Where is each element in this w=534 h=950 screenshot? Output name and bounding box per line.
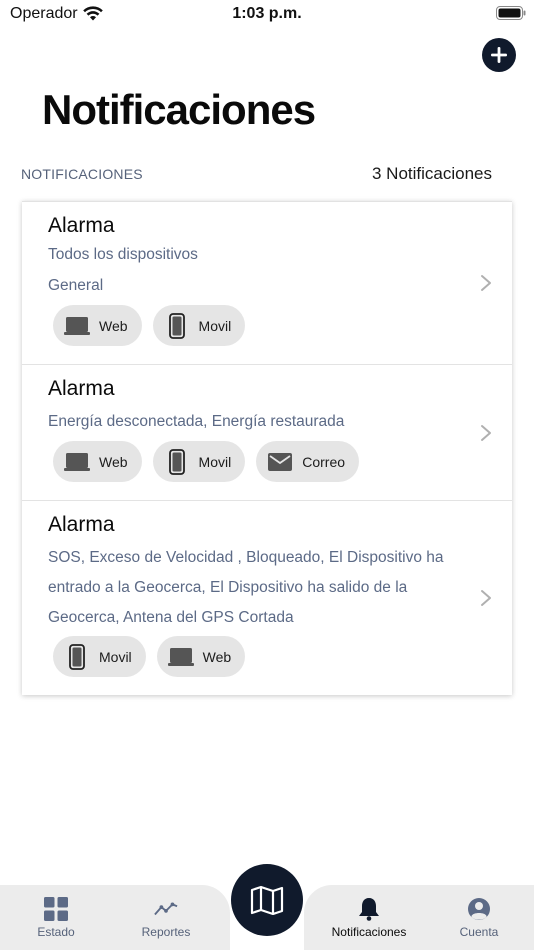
channel-chips: Web Movil: [53, 305, 246, 346]
channel-chip-movil: Movil: [152, 305, 246, 346]
channel-label: Movil: [198, 317, 232, 334]
notification-events-line: entrado a la Geocerca, El Dispositivo ha…: [48, 579, 408, 596]
channel-chip-web: Web: [156, 636, 246, 677]
section-label: NOTIFICACIONES: [21, 166, 143, 182]
mail-icon: [266, 448, 294, 476]
notification-card[interactable]: Alarma Todos los dispositivos General We…: [22, 202, 512, 365]
tab-reportes[interactable]: Reportes: [116, 885, 216, 950]
chevron-right-icon: [481, 425, 491, 441]
notification-events: Todos los dispositivos: [48, 246, 198, 263]
notification-title: Alarma: [48, 513, 115, 536]
notification-title: Alarma: [48, 214, 115, 237]
notification-events-line: SOS, Exceso de Velocidad , Bloqueado, El…: [48, 549, 444, 566]
map-icon: [250, 885, 284, 915]
notification-card[interactable]: Alarma Energía desconectada, Energía res…: [22, 365, 512, 501]
notification-count: 3 Notificaciones: [371, 164, 492, 183]
chevron-right-icon: [481, 590, 491, 606]
phone-icon: [163, 448, 191, 476]
notification-card[interactable]: Alarma SOS, Exceso de Velocidad , Bloque…: [22, 501, 512, 696]
laptop-icon: [63, 448, 91, 476]
channel-label: Web: [99, 317, 128, 334]
channel-chip-movil: Movil: [152, 441, 246, 482]
tab-label: Cuenta: [459, 925, 499, 939]
laptop-icon: [63, 312, 91, 340]
page-title: Notificaciones: [42, 86, 316, 133]
tab-label: Reportes: [141, 925, 191, 939]
tab-label: Estado: [37, 925, 75, 939]
notification-events: SOS, Exceso de Velocidad , Bloqueado, El…: [48, 543, 448, 633]
channel-label: Web: [99, 453, 128, 470]
channel-label: Movil: [198, 453, 232, 470]
tab-cuenta[interactable]: Cuenta: [429, 885, 529, 950]
clock: 1:03 p.m.: [232, 5, 302, 22]
chart-line-icon: [154, 897, 178, 921]
phone-icon: [63, 643, 91, 671]
channel-chip-web: Web: [53, 441, 142, 482]
notification-title: Alarma: [48, 377, 115, 400]
channel-label: Movil: [99, 648, 132, 665]
channel-label: Correo: [302, 453, 346, 470]
laptop-icon: [167, 643, 195, 671]
notification-events-line: Geocerca, Antena del GPS Cortada: [48, 609, 294, 626]
notification-group: General: [48, 277, 104, 294]
chevron-right-icon: [481, 275, 491, 291]
map-button[interactable]: [231, 864, 303, 936]
plus-icon: [491, 47, 507, 63]
tab-estado[interactable]: Estado: [6, 885, 106, 950]
bell-icon: [357, 897, 381, 921]
tab-label: Notificaciones: [331, 925, 407, 939]
tab-notificaciones[interactable]: Notificaciones: [319, 885, 419, 950]
user-circle-icon: [467, 897, 491, 921]
grid-icon: [44, 897, 68, 921]
notification-list: Alarma Todos los dispositivos General We…: [22, 201, 512, 695]
battery-icon: [496, 6, 526, 20]
notification-events: Energía desconectada, Energía restaurada: [48, 413, 345, 430]
add-notification-button[interactable]: [482, 38, 516, 72]
status-bar: Operador 1:03 p.m.: [0, 0, 534, 28]
channel-chips: Web Movil Correo: [53, 441, 360, 482]
channel-chip-web: Web: [53, 305, 142, 346]
channel-chips: Movil Web: [53, 636, 246, 677]
channel-chip-correo: Correo: [256, 441, 360, 482]
channel-chip-movil: Movil: [53, 636, 146, 677]
channel-label: Web: [202, 648, 232, 665]
phone-icon: [163, 312, 191, 340]
